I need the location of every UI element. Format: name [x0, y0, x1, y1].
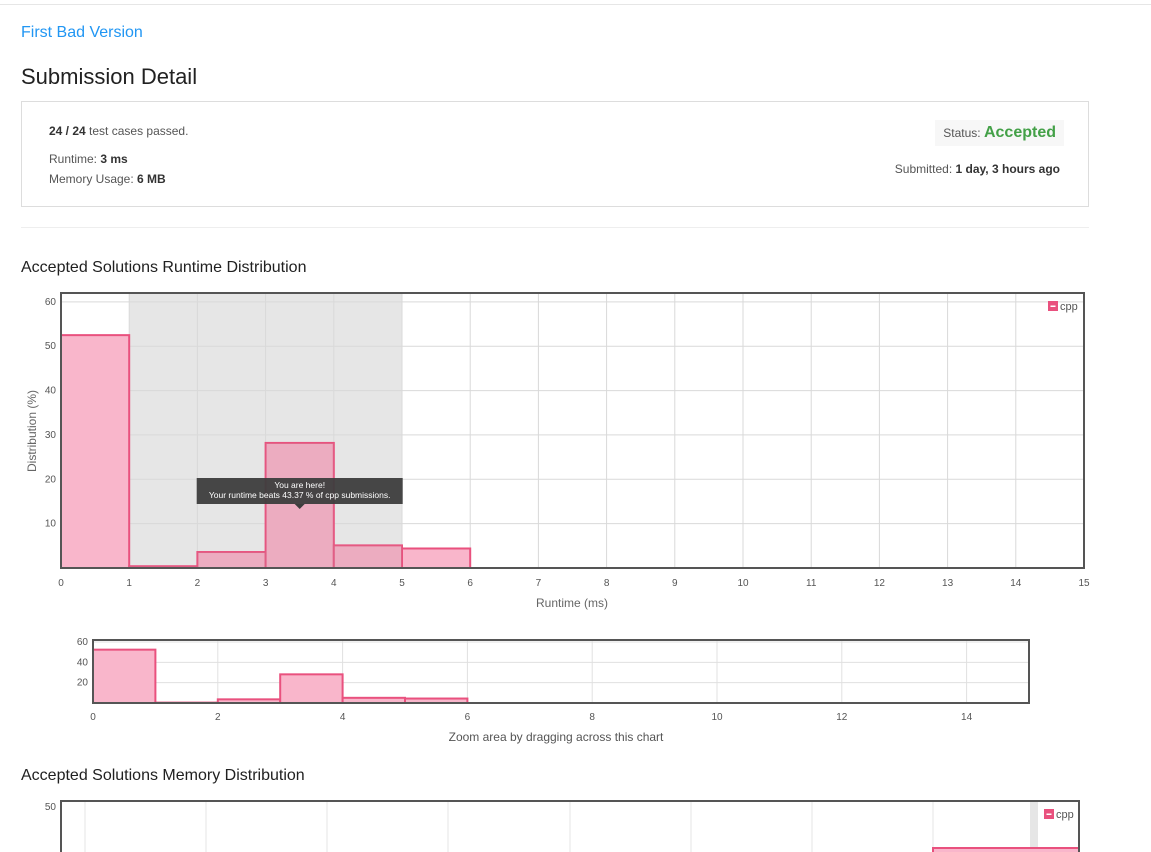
- y-tick-label: 60: [45, 297, 57, 308]
- tooltip-line-1: You are here!: [274, 480, 325, 490]
- runtime-bar-shade: [197, 552, 266, 568]
- status-label: Status:: [943, 126, 981, 140]
- zoom-navigator-chart[interactable]: 20 40 60 0 2 4 6 8 10 12 14 Zoom area by dragging…: [21, 632, 1101, 747]
- nav-x-tick-label: 10: [711, 712, 723, 723]
- top-divider: [0, 4, 1151, 5]
- x-tick-label: 4: [331, 578, 337, 589]
- y-axis-title: Distribution (%): [25, 390, 39, 472]
- x-tick-label: 10: [737, 578, 749, 589]
- legend[interactable]: cpp: [1048, 301, 1078, 313]
- tooltip-line-2: Your runtime beats 43.37 % of cpp submis…: [209, 490, 391, 500]
- x-tick-label: 15: [1078, 578, 1090, 589]
- memory-value: 6 MB: [137, 172, 166, 186]
- x-tick-label: 9: [672, 578, 678, 589]
- navigator-border: [92, 639, 1030, 704]
- x-tick-label: 5: [399, 578, 405, 589]
- x-axis-title: Runtime (ms): [536, 596, 608, 610]
- nav-x-tick-label: 12: [836, 712, 848, 723]
- nav-x-tick-label: 4: [340, 712, 346, 723]
- runtime-value: 3 ms: [100, 152, 128, 166]
- y-tick-label: 30: [45, 430, 57, 441]
- memory-highlight-band: [1030, 801, 1038, 852]
- x-tick-label: 1: [126, 578, 132, 589]
- nav-x-tick-label: 8: [589, 712, 595, 723]
- problem-title-link[interactable]: First Bad Version: [21, 24, 143, 42]
- nav-x-tick-label: 6: [465, 712, 471, 723]
- nav-x-tick-label: 0: [90, 712, 96, 723]
- submitted-line: Submitted: 1 day, 3 hours ago: [895, 162, 1060, 176]
- x-tick-label: 8: [604, 578, 610, 589]
- x-tick-label: 14: [1010, 578, 1022, 589]
- test-cases-line: 24 / 24 test cases passed.: [49, 124, 188, 138]
- memory-distribution-chart[interactable]: 50 cpp: [21, 796, 1101, 852]
- memory-line: Memory Usage: 6 MB: [49, 172, 166, 186]
- nav-x-tick-label: 14: [961, 712, 973, 723]
- nav-y-tick-label: 20: [77, 678, 89, 689]
- x-tick-label: 0: [58, 578, 64, 589]
- runtime-bar-shade: [333, 545, 402, 568]
- submitted-label: Submitted:: [894, 162, 953, 176]
- status-container: Status: Accepted: [935, 120, 1064, 146]
- legend-label-cpp: cpp: [1060, 301, 1078, 313]
- x-tick-label: 12: [874, 578, 886, 589]
- x-tick-label: 11: [806, 578, 817, 589]
- runtime-bar[interactable]: [401, 547, 472, 569]
- nav-x-tick-label: 2: [215, 712, 221, 723]
- submission-summary-panel: 24 / 24 test cases passed. Runtime: 3 ms…: [21, 101, 1089, 207]
- test-cases-suffix: test cases passed.: [89, 124, 189, 138]
- nav-y-tick-label: 40: [77, 657, 89, 668]
- y-tick-label: 40: [45, 386, 57, 397]
- navigator-bar[interactable]: [92, 648, 157, 704]
- runtime-label: Runtime:: [49, 152, 98, 166]
- memory-label: Memory Usage:: [49, 172, 134, 186]
- memory-bar[interactable]: [932, 847, 1080, 852]
- test-cases-count: 24 / 24: [49, 124, 86, 138]
- y-tick-label: 10: [45, 519, 57, 530]
- x-tick-label: 13: [942, 578, 954, 589]
- memory-y-tick: 50: [45, 802, 57, 813]
- nav-y-tick-label: 60: [77, 637, 89, 648]
- y-tick-label: 20: [45, 474, 57, 485]
- memory-legend-swatch-mark: [1046, 813, 1052, 815]
- runtime-distribution-chart[interactable]: 102030405060 0 1 2 3 4 5 6 7 8 9 10 11 12 13 14 15 Runt…: [21, 286, 1101, 616]
- section-divider: [21, 227, 1089, 228]
- submitted-value: 1 day, 3 hours ago: [955, 162, 1060, 176]
- navigator-bar[interactable]: [279, 673, 344, 704]
- x-tick-label: 3: [263, 578, 269, 589]
- x-tick-label: 6: [467, 578, 473, 589]
- y-tick-label: 50: [45, 341, 57, 352]
- memory-chart-title: Accepted Solutions Memory Distribution: [21, 767, 305, 784]
- x-tick-label: 7: [536, 578, 542, 589]
- memory-legend-label-cpp[interactable]: cpp: [1056, 809, 1074, 821]
- navigator-caption: Zoom area by dragging across this chart: [449, 730, 664, 744]
- runtime-line: Runtime: 3 ms: [49, 152, 128, 166]
- legend-swatch-mark: [1050, 305, 1056, 307]
- status-badge[interactable]: Accepted: [984, 124, 1056, 141]
- runtime-bar[interactable]: [60, 334, 131, 569]
- runtime-chart-title: Accepted Solutions Runtime Distribution: [21, 259, 307, 276]
- x-tick-label: 2: [195, 578, 201, 589]
- page-title: Submission Detail: [21, 64, 198, 89]
